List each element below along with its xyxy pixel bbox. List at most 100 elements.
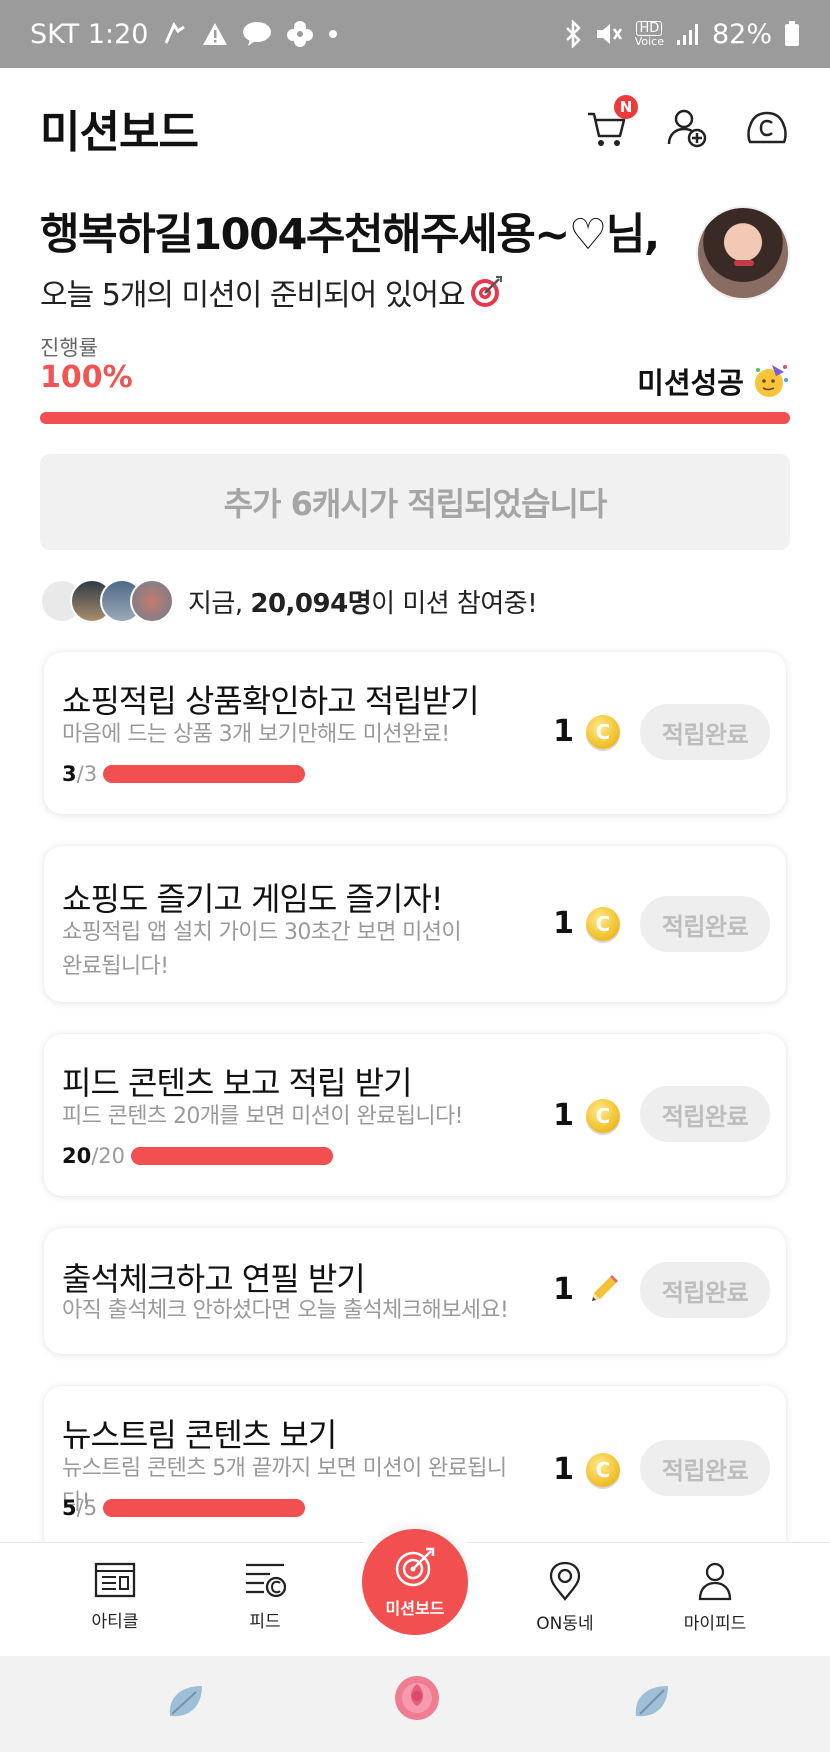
mission-reward: 1 C: [553, 1452, 620, 1487]
participants-count: 20,094명: [250, 588, 372, 619]
battery-icon: [784, 21, 800, 47]
signature-icon: [162, 21, 188, 47]
coin-icon: C: [586, 1452, 620, 1487]
reward-amount: 1: [553, 714, 574, 749]
cart-button[interactable]: N: [584, 95, 638, 151]
mission-description: 아직 출석체크 안하셨다면 오늘 출석체크해보세요!: [62, 1298, 509, 1323]
mission-status-text: 미션성공: [637, 366, 744, 400]
target-emoji-icon: [470, 276, 502, 307]
claim-button[interactable]: 적립완료: [640, 1440, 770, 1496]
location-icon: [549, 1561, 581, 1601]
hd-label: HD: [636, 21, 663, 36]
status-bar: SKT 1:20 HD Voice 82%: [0, 0, 830, 68]
participants-text: 지금, 20,094명이 미션 참여중!: [188, 583, 538, 620]
reward-amount: 1: [553, 1272, 574, 1307]
nav-label: 피드: [249, 1612, 281, 1632]
app-header: 미션보드 N: [0, 68, 830, 188]
mission-progress-bar: [103, 1499, 306, 1517]
article-icon: [94, 1562, 136, 1598]
nav-item-my-feed[interactable]: 마이피드: [660, 1561, 770, 1634]
progress-value: 100%: [40, 360, 133, 395]
alert-icon: [202, 22, 228, 46]
mission-title: 쇼핑도 즐기고 게임도 즐기자!: [62, 880, 444, 918]
mission-title: 쇼핑적립 상품확인하고 적립받기: [62, 682, 480, 720]
bonus-banner: 추가 6캐시가 적립되었습니다: [40, 454, 790, 550]
mission-progress: 20 /20: [62, 1144, 334, 1168]
mission-progress: 3 /3: [62, 762, 306, 786]
progress-label: 진행률: [40, 336, 98, 360]
page-title: 미션보드: [40, 107, 199, 158]
mission-card[interactable]: 피드 콘텐츠 보고 적립 받기 피드 콘텐츠 20개를 보면 미션이 완료됩니다…: [44, 1034, 786, 1196]
coin-icon: C: [586, 714, 620, 749]
mission-progress-bar: [103, 765, 306, 783]
greeting-subtitle-row: 오늘 5개의 미션이 준비되어 있어요: [40, 270, 790, 314]
cash-button[interactable]: [744, 105, 790, 151]
target-icon: [395, 1547, 435, 1587]
system-nav-bar: [0, 1656, 830, 1752]
rose-home-icon[interactable]: [390, 1672, 444, 1732]
nav-item-feed[interactable]: 피드: [210, 1561, 320, 1632]
pencil-icon: [592, 1274, 618, 1301]
battery-percent: 82%: [711, 18, 772, 50]
mission-reward: 1 C: [553, 714, 620, 749]
leaf-recent-icon[interactable]: [630, 1680, 672, 1726]
mission-reward: 1: [553, 1272, 620, 1307]
mission-progress-total: /5: [76, 1496, 98, 1520]
claim-button[interactable]: 적립완료: [640, 704, 770, 760]
claim-button[interactable]: 적립완료: [640, 1262, 770, 1318]
coin-icon: C: [586, 1098, 620, 1133]
mission-description: 마음에 드는 상품 3개 보기만해도 미션완료!: [62, 722, 450, 747]
nav-label: 마이피드: [683, 1614, 747, 1634]
leaf-back-icon[interactable]: [164, 1680, 206, 1726]
signal-icon: [676, 22, 700, 46]
profile-icon: [698, 1562, 732, 1601]
mission-title: 뉴스트림 콘텐츠 보기: [62, 1416, 337, 1454]
greeting: 행복하길1004추천해주세용~♡님, 오늘 5개의 미션이 준비되어 있어요: [40, 200, 790, 314]
feed-icon: [246, 1563, 286, 1598]
mission-progress-current: 3: [62, 762, 77, 786]
mission-progress-bar: [131, 1147, 334, 1165]
nav-item-mission-board[interactable]: 미션보드: [362, 1529, 468, 1635]
mission-description: 피드 콘텐츠 20개를 보면 미션이 완료됩니다!: [62, 1104, 463, 1129]
greeting-subtitle: 오늘 5개의 미션이 준비되어 있어요: [40, 278, 466, 313]
participants-suffix: 이 미션 참여중!: [371, 588, 538, 619]
nav-label: 아티클: [91, 1612, 139, 1632]
progress-bar-fill: [40, 412, 790, 424]
mission-progress: 5 /5: [62, 1496, 306, 1520]
mission-reward: 1 C: [553, 906, 620, 941]
mission-progress-total: /20: [91, 1144, 126, 1168]
nav-label: 미션보드: [385, 1599, 445, 1618]
avatar[interactable]: [696, 206, 790, 300]
mute-icon: [595, 21, 623, 47]
cart-badge: N: [614, 95, 638, 119]
add-friend-button[interactable]: [664, 105, 710, 151]
hd-voice-icon: HD Voice: [635, 21, 664, 47]
participants-row: 지금, 20,094명이 미션 참여중!: [40, 578, 538, 624]
mission-reward: 1 C: [553, 1098, 620, 1133]
coin-icon: C: [586, 906, 620, 941]
volte-label: Voice: [634, 35, 664, 48]
reward-amount: 1: [553, 1452, 574, 1487]
mission-description: 쇼핑적립 앱 설치 가이드 30초간 보면 미션이 완료됩니다!: [62, 920, 462, 979]
flower-icon: [286, 20, 314, 48]
reward-amount: 1: [553, 906, 574, 941]
mission-progress-current: 5: [62, 1496, 77, 1520]
progress-bar: [40, 412, 790, 424]
talk-icon: [242, 21, 272, 47]
participant-avatar: [130, 579, 174, 623]
mission-card[interactable]: 출석체크하고 연필 받기 아직 출석체크 안하셨다면 오늘 출석체크해보세요! …: [44, 1228, 786, 1354]
carrier-time: SKT 1:20: [30, 18, 149, 50]
add-friend-icon: [667, 109, 707, 148]
nav-item-on-neighborhood[interactable]: ON동네: [510, 1561, 620, 1634]
claim-button[interactable]: 적립완료: [640, 896, 770, 952]
nav-item-article[interactable]: 아티클: [60, 1561, 170, 1632]
dot-icon: [328, 29, 338, 39]
mission-card[interactable]: 쇼핑도 즐기고 게임도 즐기자! 쇼핑적립 앱 설치 가이드 30초간 보면 미…: [44, 846, 786, 1002]
claim-button[interactable]: 적립완료: [640, 1086, 770, 1142]
mission-card[interactable]: 쇼핑적립 상품확인하고 적립받기 마음에 드는 상품 3개 보기만해도 미션완료…: [44, 652, 786, 814]
mission-progress-total: /3: [76, 762, 98, 786]
user-greeting-name: 행복하길1004추천해주세용~♡님,: [40, 210, 660, 260]
mission-status: 미션성공: [637, 360, 790, 402]
bluetooth-icon: [563, 20, 583, 48]
participants-prefix: 지금,: [188, 588, 243, 619]
